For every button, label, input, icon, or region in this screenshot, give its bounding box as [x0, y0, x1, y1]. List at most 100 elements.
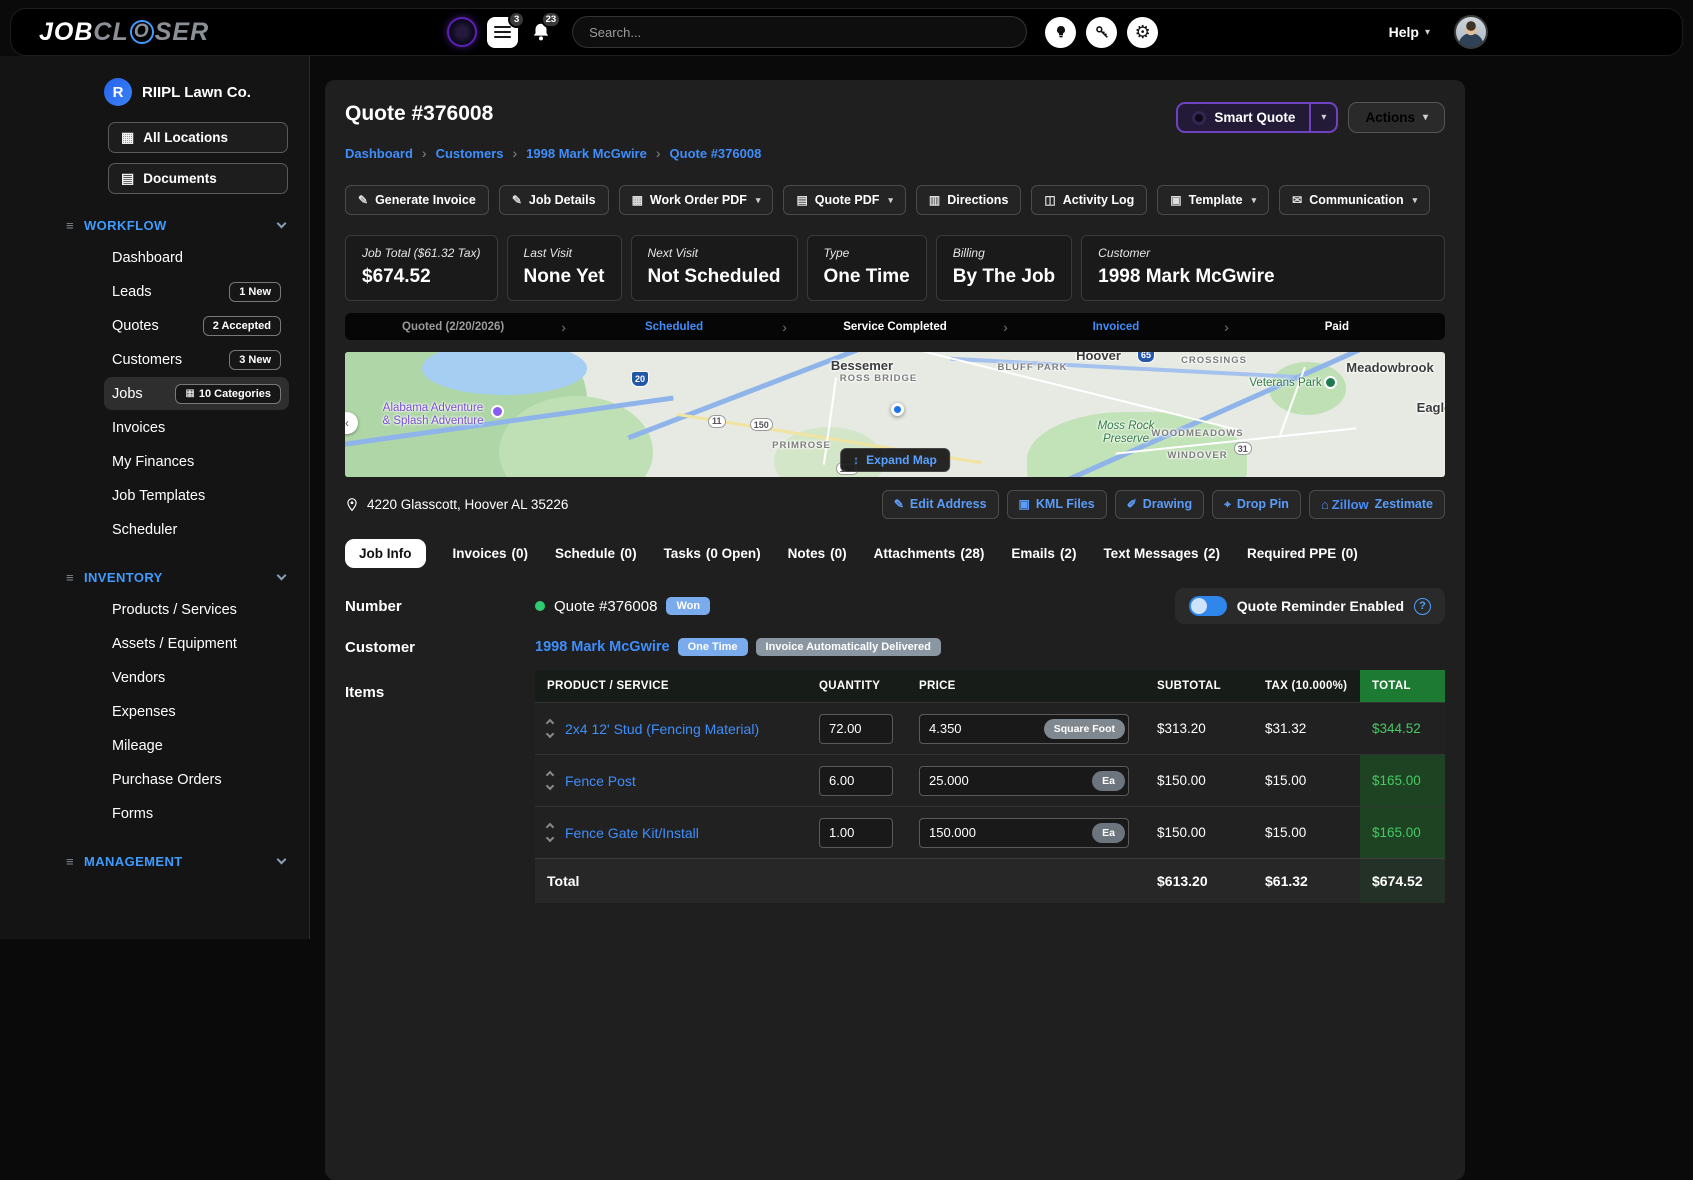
- tab-invoices[interactable]: Invoices(0): [453, 539, 529, 568]
- quantity-input[interactable]: [819, 818, 893, 848]
- total-cell: $165.00: [1360, 755, 1445, 807]
- tab-required-ppe[interactable]: Required PPE(0): [1247, 539, 1358, 568]
- tab-schedule[interactable]: Schedule(0): [555, 539, 637, 568]
- activity-log-button[interactable]: ◫Activity Log: [1031, 185, 1147, 215]
- help-circle-icon[interactable]: ?: [1414, 598, 1431, 615]
- reorder-handle[interactable]: [547, 772, 553, 789]
- notifications-button[interactable]: 23: [528, 17, 554, 48]
- step-paid[interactable]: Paid: [1229, 321, 1445, 333]
- topbar-center: 3 23 ⚙: [447, 16, 1158, 48]
- step-quoted[interactable]: Quoted (2/20/2026): [345, 321, 561, 333]
- stat-billing: Billing By The Job: [936, 235, 1072, 301]
- sidebar-item-products-services[interactable]: Products / Services: [104, 593, 289, 626]
- smart-quote-dropdown[interactable]: ▾: [1309, 104, 1336, 131]
- messages-button[interactable]: 3: [487, 17, 518, 48]
- ideas-button[interactable]: [1045, 17, 1076, 48]
- status-spinner-icon[interactable]: [447, 17, 477, 47]
- sidebar-section-inventory[interactable]: ≡ INVENTORY: [66, 570, 285, 585]
- job-info-section: Number Quote #376008 Won Quote Reminder …: [345, 588, 1445, 903]
- sidebar-item-dashboard[interactable]: Dashboard: [104, 241, 289, 274]
- sidebar-section-workflow[interactable]: ≡ WORKFLOW: [66, 218, 285, 233]
- settings-button[interactable]: ⚙: [1127, 17, 1158, 48]
- template-icon: ▣: [1170, 193, 1181, 207]
- work-order-pdf-button[interactable]: ▦Work Order PDF▾: [619, 185, 774, 215]
- communication-button[interactable]: ✉Communication▾: [1279, 185, 1430, 215]
- actions-button[interactable]: Actions ▾: [1348, 102, 1445, 133]
- help-menu[interactable]: Help ▾: [1389, 24, 1430, 40]
- categories-icon: ▦: [185, 388, 194, 399]
- all-locations-button[interactable]: ▦ All Locations: [108, 122, 288, 153]
- map-label-city: Meadowbrook: [1346, 360, 1433, 375]
- drop-pin-button[interactable]: ⌖Drop Pin: [1212, 490, 1301, 519]
- stat-label: Type: [824, 246, 910, 260]
- reorder-handle[interactable]: [547, 824, 553, 841]
- product-link[interactable]: Fence Gate Kit/Install: [565, 825, 699, 841]
- breadcrumb-quote[interactable]: Quote #376008: [670, 146, 762, 161]
- kml-files-button[interactable]: ▣KML Files: [1007, 490, 1107, 519]
- sidebar-item-label: Quotes: [112, 318, 159, 334]
- sidebar-item-invoices[interactable]: Invoices: [104, 411, 289, 444]
- tab-emails[interactable]: Emails(2): [1011, 539, 1076, 568]
- sidebar-item-forms[interactable]: Forms: [104, 797, 289, 830]
- sidebar-item-customers[interactable]: Customers3 New: [104, 343, 289, 376]
- breadcrumb-customer-name[interactable]: 1998 Mark McGwire: [526, 146, 647, 161]
- house-icon: ⌂: [1321, 497, 1329, 512]
- directions-button[interactable]: ▥Directions: [916, 185, 1021, 215]
- chevron-up-icon: [546, 823, 554, 831]
- step-service-completed[interactable]: Service Completed: [787, 321, 1003, 333]
- tab-attachments[interactable]: Attachments(28): [874, 539, 985, 568]
- sidebar-item-job-templates[interactable]: Job Templates: [104, 479, 289, 512]
- sidebar-item-vendors[interactable]: Vendors: [104, 661, 289, 694]
- tab-job-info[interactable]: Job Info: [345, 539, 426, 568]
- sidebar-item-scheduler[interactable]: Scheduler: [104, 513, 289, 546]
- sidebar-item-label: Vendors: [112, 670, 165, 686]
- expand-map-button[interactable]: ↕ Expand Map: [840, 448, 950, 472]
- quote-pdf-button[interactable]: ▤Quote PDF▾: [783, 185, 905, 215]
- generate-invoice-button[interactable]: ✎Generate Invoice: [345, 185, 489, 215]
- documents-button[interactable]: ▤ Documents: [108, 163, 288, 194]
- unit-badge: Ea: [1092, 771, 1125, 791]
- user-avatar[interactable]: [1454, 15, 1488, 49]
- tab-tasks[interactable]: Tasks(0 Open): [664, 539, 761, 568]
- sidebar-section-management[interactable]: ≡ MANAGEMENT: [66, 854, 285, 869]
- company-row[interactable]: R RIIPL Lawn Co.: [104, 78, 309, 106]
- sidebar-item-mileage[interactable]: Mileage: [104, 729, 289, 762]
- step-scheduled[interactable]: Scheduled: [566, 321, 782, 333]
- quantity-input[interactable]: [819, 714, 893, 744]
- sidebar-item-quotes[interactable]: Quotes2 Accepted: [104, 309, 289, 342]
- job-details-button[interactable]: ✎Job Details: [499, 185, 609, 215]
- quote-reminder-toggle[interactable]: [1189, 596, 1227, 616]
- map-location-marker[interactable]: [891, 403, 904, 416]
- product-link[interactable]: Fence Post: [565, 773, 636, 789]
- pencil-icon: ✎: [512, 193, 522, 207]
- sidebar-item-label: Customers: [112, 352, 182, 368]
- access-button[interactable]: [1086, 17, 1117, 48]
- sidebar-item-leads[interactable]: Leads1 New: [104, 275, 289, 308]
- app-logo[interactable]: JOBCLOSER: [39, 18, 209, 47]
- product-link[interactable]: 2x4 12' Stud (Fencing Material): [565, 721, 759, 737]
- customer-link[interactable]: 1998 Mark McGwire: [535, 639, 670, 655]
- drawing-button[interactable]: ✐Drawing: [1115, 490, 1204, 519]
- search-input[interactable]: [572, 16, 1027, 48]
- stat-value: None Yet: [524, 266, 605, 288]
- zillow-zestimate-button[interactable]: ⌂Zillow Zestimate: [1309, 490, 1445, 519]
- sidebar-item-expenses[interactable]: Expenses: [104, 695, 289, 728]
- breadcrumb-dashboard[interactable]: Dashboard: [345, 146, 413, 161]
- subtotal-cell: $150.00: [1145, 807, 1253, 859]
- quantity-input[interactable]: [819, 766, 893, 796]
- location-map[interactable]: Bessemer ROSS BRIDGE BLUFF PARK Hoover C…: [345, 352, 1445, 477]
- tab-text-messages[interactable]: Text Messages(2): [1103, 539, 1220, 568]
- breadcrumb-customers[interactable]: Customers: [436, 146, 504, 161]
- sidebar-item-jobs[interactable]: Jobs ▦10 Categories: [104, 377, 289, 410]
- smart-quote-button[interactable]: Smart Quote ▾: [1176, 102, 1338, 133]
- smart-quote-label: Smart Quote: [1214, 110, 1295, 125]
- pdf-icon: ▦: [632, 193, 643, 207]
- reorder-handle[interactable]: [547, 720, 553, 737]
- template-button[interactable]: ▣Template▾: [1157, 185, 1269, 215]
- sidebar-item-purchase-orders[interactable]: Purchase Orders: [104, 763, 289, 796]
- edit-address-button[interactable]: ✎Edit Address: [882, 490, 999, 519]
- sidebar-item-my-finances[interactable]: My Finances: [104, 445, 289, 478]
- step-invoiced[interactable]: Invoiced: [1008, 321, 1224, 333]
- tab-notes[interactable]: Notes(0): [788, 539, 847, 568]
- sidebar-item-assets-equipment[interactable]: Assets / Equipment: [104, 627, 289, 660]
